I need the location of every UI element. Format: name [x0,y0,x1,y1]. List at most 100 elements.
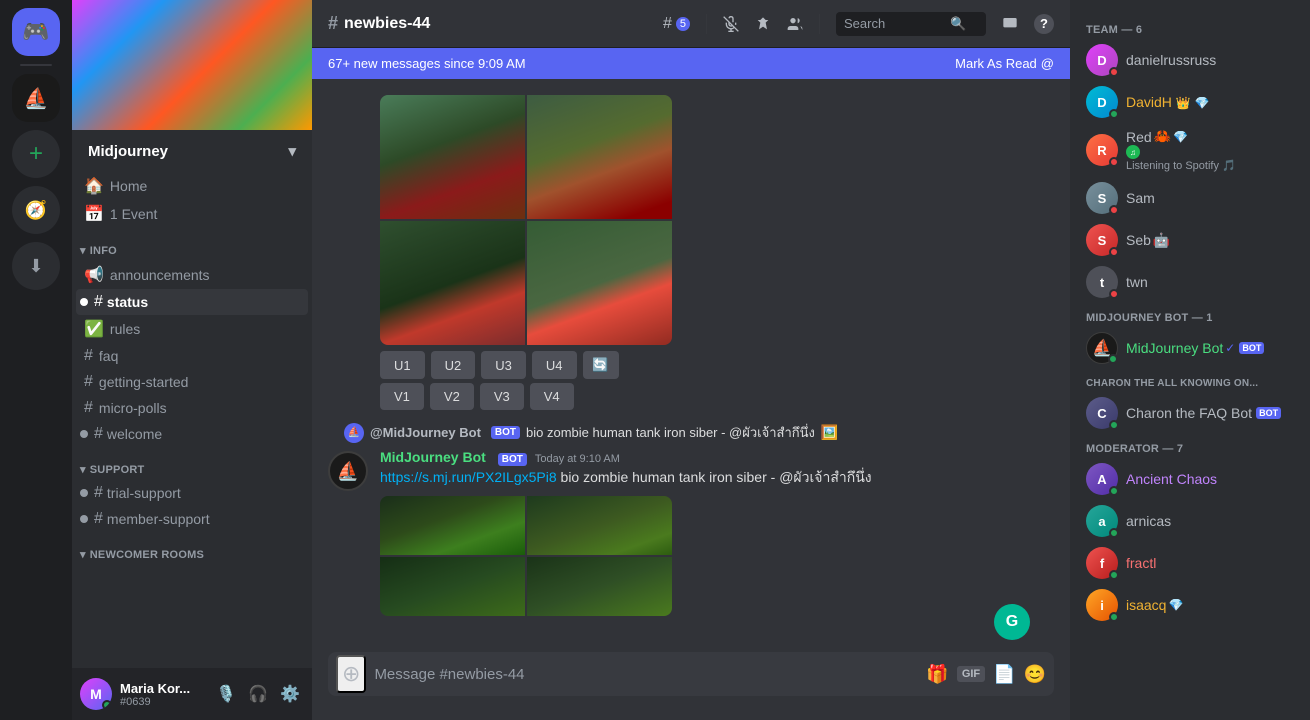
category-support[interactable]: ▾ SUPPORT [72,447,312,480]
image-grid-zombie [380,496,672,616]
settings-button[interactable]: ⚙️ [276,680,304,708]
message-link[interactable]: https://s.mj.run/PX2ILgx5Pi8 [380,469,557,485]
message-input[interactable] [374,666,918,683]
refresh-button[interactable]: 🔄 [583,351,619,379]
mute-button[interactable] [723,16,739,32]
hash-icon: # [84,373,93,391]
bot-badge: BOT [498,453,527,466]
u4-button[interactable]: U4 [532,351,577,379]
member-item-sam[interactable]: S Sam [1078,178,1302,218]
member-item-red[interactable]: R Red 🦀 💎 ♫ Listening to Spotify 🎵 [1078,124,1302,176]
explore-button[interactable]: 🧭 [12,186,60,234]
member-item-danielrussruss[interactable]: D danielrussruss [1078,40,1302,80]
status-indicator [1109,570,1119,580]
mic-button[interactable]: 🎙️ [212,680,240,708]
member-username: arnicas [1126,513,1294,529]
member-name-wrap: MidJourney Bot ✓ BOT [1126,340,1264,356]
emoji-button[interactable]: 😊 [1024,664,1046,685]
pin-button[interactable] [755,16,771,32]
member-name-wrap: Red 🦀 💎 ♫ Listening to Spotify 🎵 [1126,128,1236,172]
midjourney-icon: ⛵ [24,86,49,111]
gem-icon: 💎 [1195,96,1210,110]
members-button[interactable] [787,16,803,32]
add-server-button[interactable]: + [12,130,60,178]
hash-icon: # [328,13,338,34]
channel-trial-support[interactable]: # trial-support [76,480,308,506]
v4-button[interactable]: V4 [530,383,574,410]
home-label: Home [110,178,147,194]
header-separator-2 [819,14,820,34]
channel-label: micro-polls [99,400,167,416]
inbox-button[interactable] [1002,16,1018,32]
message-content-bot: MidJourney Bot BOT Today at 9:10 AM http… [380,449,1054,616]
search-input[interactable] [844,16,944,31]
mark-as-read-button[interactable]: Mark As Read @ [955,56,1054,71]
search-bar[interactable]: 🔍 [836,12,986,36]
gif-button[interactable]: GIF [957,666,985,682]
mark-read-label: Mark As Read [955,56,1037,71]
channel-rules[interactable]: ✅ rules [76,315,308,343]
grammarly-button[interactable]: G [994,604,1030,640]
new-messages-bar[interactable]: 67+ new messages since 9:09 AM Mark As R… [312,48,1070,79]
member-item-charon-bot[interactable]: C Charon the FAQ Bot BOT [1078,393,1302,433]
bot-avatar-sm: ⛵ [344,423,364,443]
member-name-wrap: isaacq 💎 [1126,597,1183,613]
v3-button[interactable]: V3 [480,383,524,410]
help-button[interactable]: ? [1034,14,1054,34]
v2-button[interactable]: V2 [430,383,474,410]
threads-button[interactable]: # 5 [663,15,690,33]
hash-icon: # [94,484,103,502]
gift-button[interactable]: 🎁 [926,664,948,685]
channel-label: welcome [107,426,162,442]
right-sidebar: TEAM — 6 D danielrussruss D DavidH 👑 💎 R [1070,0,1310,720]
category-info[interactable]: ▾ INFO [72,228,312,261]
channel-announcements[interactable]: 📢 announcements [76,261,308,289]
v1-button[interactable]: V1 [380,383,424,410]
u1-button[interactable]: U1 [380,351,425,379]
server-icon-midjourney[interactable]: ⛵ [12,74,60,122]
u2-button[interactable]: U2 [431,351,476,379]
attach-button[interactable]: ⊕ [336,655,366,693]
nav-item-home[interactable]: 🏠 Home [76,172,308,200]
member-item-isaacq[interactable]: i isaacq 💎 [1078,585,1302,625]
compass-icon: 🧭 [25,200,47,221]
member-item-seb[interactable]: S Seb 🤖 [1078,220,1302,260]
channel-faq[interactable]: # faq [76,343,308,369]
member-avatar-ancient-chaos: A [1086,463,1118,495]
member-item-ancient-chaos[interactable]: A Ancient Chaos [1078,459,1302,499]
gem-icon-3: 💎 [1168,598,1183,612]
member-item-fractl[interactable]: f fractl [1078,543,1302,583]
member-avatar-isaacq: i [1086,589,1118,621]
channel-getting-started[interactable]: # getting-started [76,369,308,395]
gem-icon-2: 💎 [1173,130,1188,144]
member-username: Sam [1126,190,1294,206]
sticker-button[interactable]: 📄 [993,664,1015,685]
zombie-cell-4 [527,557,672,616]
channel-welcome[interactable]: # welcome [76,421,308,447]
server-name-bar[interactable]: Midjourney ▾ [72,130,312,172]
status-indicator [1109,528,1119,538]
user-tag: #0639 [120,696,204,708]
unread-bullet [80,489,88,497]
channel-member-support[interactable]: # member-support [76,506,308,532]
nav-item-event[interactable]: 📅 1 Event [76,200,308,228]
member-username: MidJourney Bot ✓ BOT [1126,340,1264,356]
u3-button[interactable]: U3 [481,351,526,379]
channel-sidebar: Midjourney ▾ 🏠 Home 📅 1 Event ▾ INFO 📢 a… [72,0,312,720]
server-banner [72,0,312,130]
server-icon-discord[interactable]: 🎮 [12,8,60,56]
channel-label: getting-started [99,374,189,390]
member-item-midjourney-bot[interactable]: ⛵ MidJourney Bot ✓ BOT [1078,328,1302,368]
download-button[interactable]: ⬇ [12,242,60,290]
category-newcomer-rooms[interactable]: ▾ NEWCOMER ROOMS [72,532,312,565]
channel-status[interactable]: # status [76,289,308,315]
member-username: isaacq 💎 [1126,597,1183,613]
member-item-twn[interactable]: t twn [1078,262,1302,302]
message-time: Today at 9:10 AM [535,453,620,465]
channel-micro-polls[interactable]: # micro-polls [76,395,308,421]
member-item-arnicas[interactable]: a arnicas [1078,501,1302,541]
headset-button[interactable]: 🎧 [244,680,272,708]
message-input-area: ⊕ 🎁 GIF 📄 😊 [312,652,1070,720]
member-item-davidh[interactable]: D DavidH 👑 💎 [1078,82,1302,122]
user-avatar: M [80,678,112,710]
